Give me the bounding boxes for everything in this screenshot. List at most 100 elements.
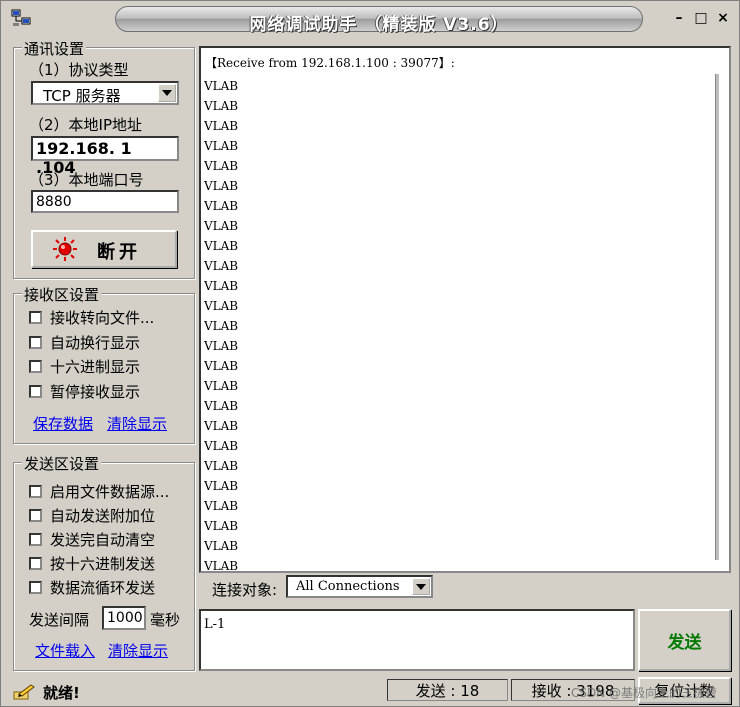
receive-scrollbar[interactable] (715, 74, 719, 560)
checkbox[interactable] (29, 310, 42, 324)
hex-send-option[interactable]: 按十六进制发送 (29, 553, 155, 573)
send-settings-title: 发送区设置 (22, 453, 102, 474)
checkbox[interactable] (29, 556, 42, 570)
connection-select[interactable]: All Connections (286, 575, 433, 598)
save-data-link[interactable]: 保存数据 (33, 413, 93, 434)
receive-line: VLAB (204, 119, 239, 133)
network-app-icon (11, 9, 31, 26)
receive-line: VLAB (204, 419, 239, 433)
receive-settings-title: 接收区设置 (22, 284, 102, 305)
receive-line: VLAB (204, 559, 239, 573)
app-window: 网络调试助手 （精装版 V3.6） – □ × 通讯设置 （1）协议类型 TCP… (0, 0, 740, 707)
receive-line: VLAB (204, 339, 239, 353)
maximize-button[interactable]: □ (693, 10, 709, 26)
send-input[interactable]: L-1 (199, 609, 635, 671)
option-label: 十六进制显示 (50, 357, 141, 376)
receive-line: VLAB (204, 139, 239, 153)
chevron-down-icon[interactable] (412, 578, 430, 595)
receive-line: VLAB (204, 279, 239, 293)
status-light-icon (53, 237, 77, 261)
checkbox[interactable] (29, 359, 42, 373)
receive-line: VLAB (204, 219, 239, 233)
checkbox[interactable] (29, 532, 42, 546)
comm-settings-title: 通讯设置 (22, 38, 87, 59)
receive-line: VLAB (204, 399, 239, 413)
clear-send-link[interactable]: 清除显示 (108, 640, 168, 661)
option-label: 暂停接收显示 (50, 382, 141, 401)
protocol-select[interactable]: TCP 服务器 (31, 81, 179, 105)
sent-count-text: 发送 : 18 (415, 681, 480, 700)
receive-line: VLAB (204, 459, 239, 473)
port-label: （3）本地端口号 (29, 171, 144, 189)
receive-line: VLAB (204, 519, 239, 533)
chevron-down-icon[interactable] (158, 84, 176, 102)
load-file-link[interactable]: 文件载入 (35, 640, 95, 661)
close-button[interactable]: × (715, 10, 731, 26)
hex-display-option[interactable]: 十六进制显示 (29, 356, 140, 376)
connection-value: All Connections (296, 579, 400, 594)
receive-header: 【Receive from 192.168.1.100 : 39077】: (205, 56, 455, 70)
disconnect-button[interactable]: 断开 (31, 230, 177, 268)
auto-clear-option[interactable]: 发送完自动清空 (29, 529, 155, 549)
receive-area[interactable]: 【Receive from 192.168.1.100 : 39077】: VL… (199, 46, 731, 573)
append-bit-option[interactable]: 自动发送附加位 (29, 505, 155, 525)
file-source-option[interactable]: 启用文件数据源... (29, 481, 169, 501)
receive-line: VLAB (204, 439, 239, 453)
option-label: 数据流循环发送 (50, 578, 156, 597)
checkbox[interactable] (29, 384, 42, 398)
checkbox[interactable] (29, 335, 42, 349)
window-title: 网络调试助手 （精装版 V3.6） (249, 15, 509, 35)
sent-count: 发送 : 18 (387, 679, 508, 701)
receive-to-file-option[interactable]: 接收转向文件... (29, 307, 154, 327)
protocol-label: （1）协议类型 (29, 61, 129, 79)
option-label: 按十六进制发送 (50, 554, 156, 573)
port-field[interactable]: 8880 (31, 190, 179, 213)
title-capsule: 网络调试助手 （精装版 V3.6） (115, 6, 643, 35)
receive-line: VLAB (204, 499, 239, 513)
ip-address-field[interactable]: 192.168. 1 .104 (31, 136, 179, 177)
send-interval-value: 1000 (107, 610, 143, 626)
receive-line: VLAB (204, 179, 239, 193)
watermark: CSDN @基极向上的三极管 (571, 686, 718, 700)
send-interval-label: 发送间隔 (29, 611, 90, 629)
port-value: 8880 (36, 194, 72, 210)
receive-line: VLAB (204, 259, 239, 273)
pen-icon (13, 684, 35, 700)
disconnect-label: 断开 (97, 242, 141, 263)
receive-line: VLAB (204, 539, 239, 553)
title-bar[interactable]: 网络调试助手 （精装版 V3.6） – □ × (1, 1, 739, 35)
receive-line: VLAB (204, 159, 239, 173)
option-label: 自动换行显示 (50, 333, 141, 352)
send-interval-field[interactable]: 1000 (102, 606, 146, 630)
loop-send-option[interactable]: 数据流循环发送 (29, 577, 155, 597)
ready-status: 就绪! (43, 684, 80, 702)
ip-label: （2）本地IP地址 (29, 116, 143, 134)
receive-line: VLAB (204, 479, 239, 493)
option-label: 接收转向文件... (50, 308, 155, 327)
option-label: 自动发送附加位 (50, 506, 156, 525)
receive-line: VLAB (204, 319, 239, 333)
receive-line: VLAB (204, 299, 239, 313)
send-text: L-1 (204, 617, 226, 632)
clear-receive-link[interactable]: 清除显示 (107, 413, 167, 434)
receive-line: VLAB (204, 239, 239, 253)
send-button-label: 发送 (667, 632, 702, 653)
minimize-button[interactable]: – (671, 10, 687, 26)
checkbox[interactable] (29, 508, 42, 522)
protocol-value: TCP 服务器 (43, 87, 121, 105)
checkbox[interactable] (29, 484, 42, 498)
receive-line: VLAB (204, 199, 239, 213)
receive-line: VLAB (204, 379, 239, 393)
window-controls: – □ × (671, 10, 731, 26)
pause-display-option[interactable]: 暂停接收显示 (29, 381, 140, 401)
auto-wrap-option[interactable]: 自动换行显示 (29, 332, 140, 352)
status-bar: 就绪! 发送 : 18 接收 : 3198 复位计数 CSDN @基极向上的三极… (1, 676, 739, 707)
receive-line: VLAB (204, 99, 239, 113)
receive-line: VLAB (204, 359, 239, 373)
send-button[interactable]: 发送 (638, 609, 731, 671)
connection-label: 连接对象: (212, 581, 278, 599)
interval-unit: 毫秒 (150, 611, 181, 629)
option-label: 发送完自动清空 (50, 530, 156, 549)
receive-line: VLAB (204, 79, 239, 93)
checkbox[interactable] (29, 580, 42, 594)
